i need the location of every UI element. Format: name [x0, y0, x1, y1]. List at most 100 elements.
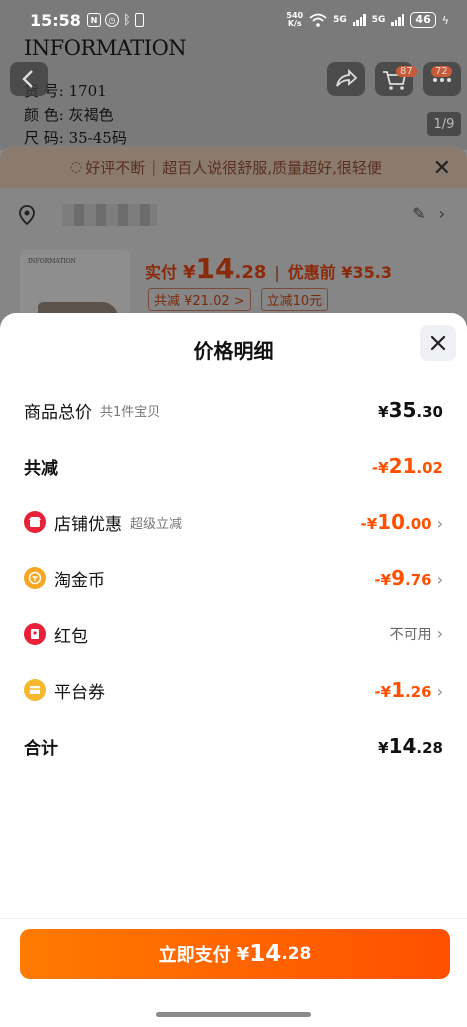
total-discount-tag: 共减 ¥21.02 > — [148, 288, 251, 311]
review-banner: ◌ 好评不断 | 超百人说很舒服,质量超好,很轻便 — [0, 146, 467, 188]
total-discount-label: 共减 — [24, 458, 58, 479]
grand-total-amount: ¥14.28 — [378, 734, 443, 758]
amount-int: 1 — [391, 678, 406, 702]
taobao-coin-label: 淘金币 — [54, 570, 105, 591]
shop-icon — [24, 511, 46, 533]
amount-int: 35 — [388, 398, 417, 422]
bluetooth-icon: ᛒ — [122, 12, 131, 28]
status-bar: 15:58 N ◷ ᛒ 540 K/s 5G 5G 46 ϟ — [0, 0, 467, 40]
alarm-icon: ◷ — [104, 13, 119, 27]
pay-now-label: 立即支付 — [158, 945, 231, 966]
address-row — [18, 204, 157, 226]
discount-tags: 共减 ¥21.02 > 立减10元 — [148, 288, 329, 311]
shop-discount-label: 店铺优惠 — [54, 514, 122, 535]
signal-type-1: 5G — [333, 15, 347, 25]
currency-symbol: -¥ — [374, 571, 392, 589]
network-speed: 540 K/s — [286, 12, 303, 28]
speed-unit: K/s — [287, 19, 302, 28]
currency-symbol: -¥ — [374, 683, 392, 701]
currency-symbol: -¥ — [371, 459, 389, 477]
bottom-pay-bar: 立即支付 ¥ 14 .28 — [0, 918, 467, 1027]
home-indicator[interactable] — [156, 1012, 311, 1017]
unavailable-text: 不可用 — [389, 627, 432, 643]
total-discount-row: 共减 -¥ 21.02 — [0, 446, 467, 486]
share-icon — [336, 68, 358, 87]
thumb-text: INFORMATION — [28, 258, 76, 265]
nfc-icon: N — [86, 13, 101, 27]
address-blurred — [62, 204, 157, 226]
goods-total-amount: ¥35.30 — [378, 398, 443, 422]
order-sheet: ◌ 好评不断 | 超百人说很舒服,质量超好,很轻便 ✕ ✎ › INFORMAT… — [0, 146, 467, 330]
share-button — [327, 62, 365, 96]
coin-icon — [24, 567, 46, 589]
currency-symbol: ¥ — [378, 403, 389, 421]
goods-total-row: 商品总价 共1件宝贝 ¥35.30 — [0, 390, 467, 430]
signal-bars-icon — [391, 14, 405, 26]
pay-now-button[interactable]: 立即支付 ¥ 14 .28 — [20, 929, 450, 979]
back-button — [10, 62, 48, 96]
banner-text-1: 好评不断 — [85, 158, 146, 177]
chevron-right-icon: › — [436, 682, 443, 701]
taobao-coin-amount: -¥ 9.76 — [374, 566, 431, 590]
cart-badge: 87 — [396, 66, 417, 77]
pay-currency: ¥ — [236, 943, 250, 965]
amount-int: 9 — [391, 566, 406, 590]
actual-pay-int: 14 — [195, 252, 235, 285]
actual-pay-currency: ¥ — [183, 262, 196, 283]
red-packet-label: 红包 — [54, 626, 88, 647]
close-icon — [430, 335, 446, 351]
message-badge: 72 — [431, 66, 452, 77]
amount-int: 10 — [377, 510, 406, 534]
background-product-page: INFORMATION 货 号: 1701 颜 色: 灰褐色 尺 码: 35-4… — [0, 0, 467, 330]
platform-coupon-row[interactable]: 平台券 -¥ 1.26 › — [0, 670, 467, 710]
amount-dec: .76 — [405, 571, 432, 589]
chat-bubble-icon: ◌ — [70, 159, 83, 175]
location-pin-icon — [19, 205, 35, 226]
battery-level: 46 — [410, 12, 436, 28]
shop-discount-row[interactable]: 店铺优惠 超级立减 -¥ 10.00 › — [0, 502, 467, 542]
price-detail-modal: 价格明细 商品总价 共1件宝贝 ¥35.30 共减 -¥ 21.02 店铺优惠 超… — [0, 313, 467, 1027]
amount-dec: .28 — [416, 739, 443, 757]
total-discount-amount: -¥ 21.02 — [372, 454, 443, 478]
currency-symbol: ¥ — [378, 739, 389, 757]
divider: | — [151, 158, 157, 176]
red-packet-row[interactable]: 红包 不可用 › — [0, 614, 467, 654]
edit-icon: ✎ › — [412, 204, 445, 223]
signal-type-2: 5G — [371, 15, 386, 25]
status-time: 15:58 — [30, 10, 81, 30]
grand-total-row: 合计 ¥14.28 — [0, 726, 467, 766]
actual-pay: 实付 ¥ 14 .28 | 优惠前 ¥35.3 — [145, 252, 392, 285]
actual-pay-dec: .28 — [234, 262, 267, 283]
platform-coupon-amount: -¥ 1.26 — [374, 678, 431, 702]
signal-bars-icon — [352, 14, 366, 26]
banner-text-2: 超百人说很舒服,质量超好,很轻便 — [162, 158, 382, 177]
vibrate-icon — [134, 13, 144, 27]
pre-discount-price: 优惠前 ¥35.3 — [287, 263, 392, 282]
amount-int: 14 — [388, 734, 417, 758]
chevron-right-icon: › — [436, 514, 443, 533]
taobao-coin-row[interactable]: 淘金币 -¥ 9.76 › — [0, 558, 467, 598]
actual-pay-label: 实付 — [145, 263, 178, 282]
pay-amount-int: 14 — [249, 941, 282, 967]
coupon-icon — [24, 679, 46, 701]
super-discount-text: 超级立减 — [130, 516, 183, 532]
wifi-icon — [309, 13, 327, 27]
sheet-close-icon: ✕ — [432, 156, 451, 181]
platform-coupon-label: 平台券 — [54, 682, 105, 703]
close-button[interactable] — [420, 325, 456, 361]
product-info-line: 颜 色: 灰褐色 — [24, 106, 114, 124]
red-packet-icon — [24, 623, 46, 645]
charging-icon: ϟ — [441, 13, 449, 27]
amount-dec: .02 — [416, 459, 443, 477]
chevron-right-icon: › — [436, 624, 443, 643]
goods-total-label: 商品总价 — [24, 402, 92, 423]
pay-amount-dec: .28 — [281, 944, 312, 964]
shop-discount-amount: -¥ 10.00 — [361, 510, 432, 534]
instant-discount-tag: 立减10元 — [260, 288, 329, 311]
currency-symbol: -¥ — [360, 515, 378, 533]
chevron-right-icon: › — [436, 570, 443, 589]
amount-int: 21 — [388, 454, 417, 478]
grand-total-label: 合计 — [24, 738, 58, 759]
amount-dec: .00 — [405, 515, 432, 533]
product-info-line: 尺 码: 35-45码 — [24, 129, 127, 147]
